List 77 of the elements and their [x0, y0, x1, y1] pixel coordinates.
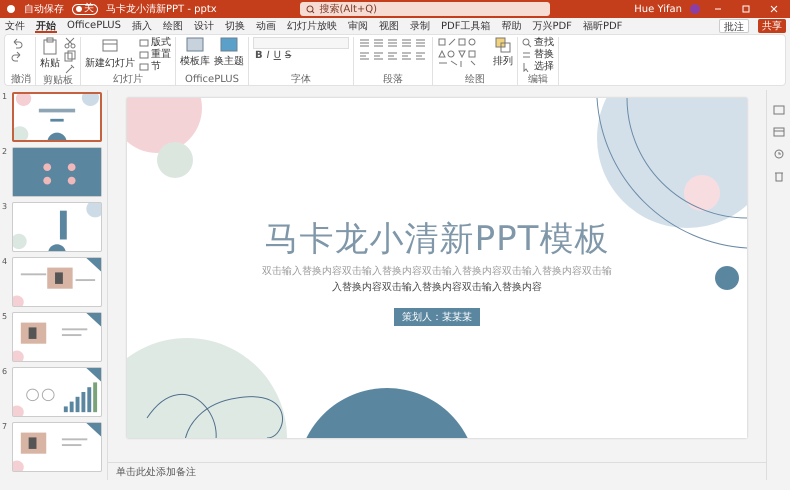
slide-number: 5	[2, 312, 8, 321]
autosave-label: 自动保存	[24, 4, 64, 14]
template-button[interactable]: 模板库	[180, 37, 210, 68]
layout-icon	[772, 126, 784, 138]
restore-icon[interactable]	[742, 5, 750, 13]
slide-number: 2	[2, 147, 8, 156]
slide-number: 7	[2, 422, 8, 431]
group-label: 字体	[290, 74, 312, 85]
ribbon-tab[interactable]: 万兴PDF	[531, 19, 573, 33]
ribbon-tab[interactable]: 视图	[378, 19, 400, 33]
ribbon-tab[interactable]: 插入	[130, 19, 153, 33]
arrange-button[interactable]: 排列	[493, 37, 513, 68]
slide-subtitle: 入替换内容双击输入替换内容双击输入替换内容	[332, 280, 542, 294]
slide-number: 3	[2, 202, 8, 211]
font-name-field[interactable]	[253, 37, 349, 49]
ribbon-tab[interactable]: 动画	[254, 19, 277, 33]
ribbon-tab[interactable]: OfficePLUS	[66, 19, 122, 33]
group-label: OfficePLUS	[184, 74, 240, 85]
ribbon-tab[interactable]: 切换	[224, 19, 246, 33]
slide-number: 4	[2, 257, 8, 266]
copy-icon	[64, 50, 76, 62]
ribbon-tab[interactable]: 绘图	[162, 19, 184, 33]
ribbon-tab[interactable]: 帮助	[500, 19, 522, 33]
format-button[interactable]: U	[272, 50, 283, 61]
group-label: 段落	[382, 74, 404, 85]
slide-subtitle: 双击输入替换内容双击输入替换内容双击输入替换内容双击输入替换内容双击输	[262, 264, 612, 278]
format-button[interactable]: S	[282, 50, 294, 61]
redo-icon	[11, 50, 23, 62]
align-icon	[358, 50, 428, 62]
ribbon-tab[interactable]: 幻灯片放映	[286, 19, 338, 33]
group-label: 剪贴板	[42, 75, 74, 86]
designer-icon	[772, 104, 784, 116]
edit-option-button[interactable]: 替换	[522, 49, 554, 60]
presenter-label: 策划人：某某某	[394, 308, 480, 326]
group-label: 幻灯片	[112, 74, 144, 85]
search-icon	[522, 38, 532, 48]
ribbon-tab[interactable]: 文件	[4, 19, 26, 33]
close-icon[interactable]	[770, 5, 778, 13]
group-label: 绘图	[464, 74, 486, 85]
brush-icon	[64, 63, 76, 75]
arrange-icon	[495, 37, 511, 53]
undo-icon	[11, 37, 23, 49]
slide-number: 6	[2, 367, 8, 376]
template-icon	[186, 37, 204, 53]
app-icon	[6, 4, 16, 14]
comments-button[interactable]: 批注	[719, 19, 749, 33]
clock-icon	[772, 148, 784, 160]
group-label: 撤消	[11, 74, 31, 85]
template-icon	[220, 37, 238, 53]
ribbon-tab[interactable]: 录制	[408, 19, 431, 33]
format-button[interactable]: B	[253, 50, 265, 61]
edit-option-button[interactable]: 查找	[522, 37, 554, 48]
ribbon-tab[interactable]: 审阅	[346, 19, 369, 33]
share-button[interactable]: 共享	[758, 19, 786, 33]
new-slide-button[interactable]: 新建幻灯片	[85, 37, 135, 70]
search-field[interactable]: 搜索(Alt+Q)	[300, 2, 550, 16]
replace-icon	[522, 50, 532, 60]
ribbon-tab[interactable]: PDF工具箱	[440, 19, 492, 33]
edit-option-button[interactable]: 选择	[522, 61, 554, 72]
format-button[interactable]: I	[264, 50, 272, 61]
paste-button[interactable]: 粘贴	[40, 37, 60, 70]
scissors-icon	[64, 37, 76, 49]
group-label: 编辑	[527, 74, 549, 85]
list-icon	[358, 37, 428, 49]
slide-number: 1	[2, 92, 8, 101]
ribbon-tab[interactable]: 设计	[192, 19, 215, 33]
user-name: Hue Yifan	[634, 4, 682, 14]
search-icon	[306, 4, 316, 14]
ribbon-tab[interactable]: 福昕PDF	[582, 19, 624, 33]
template-button[interactable]: 换主题	[214, 37, 244, 68]
document-title: 马卡龙小清新PPT - pptx	[106, 4, 217, 14]
slide-title: 马卡龙小清新PPT模板	[264, 218, 610, 261]
slide-option-button[interactable]: 节	[139, 61, 171, 72]
slide-option-button[interactable]: 版式	[139, 37, 171, 48]
clipboard-icon	[41, 37, 59, 55]
trash-icon	[772, 170, 784, 182]
slide-option-button[interactable]: 重置	[139, 49, 171, 60]
